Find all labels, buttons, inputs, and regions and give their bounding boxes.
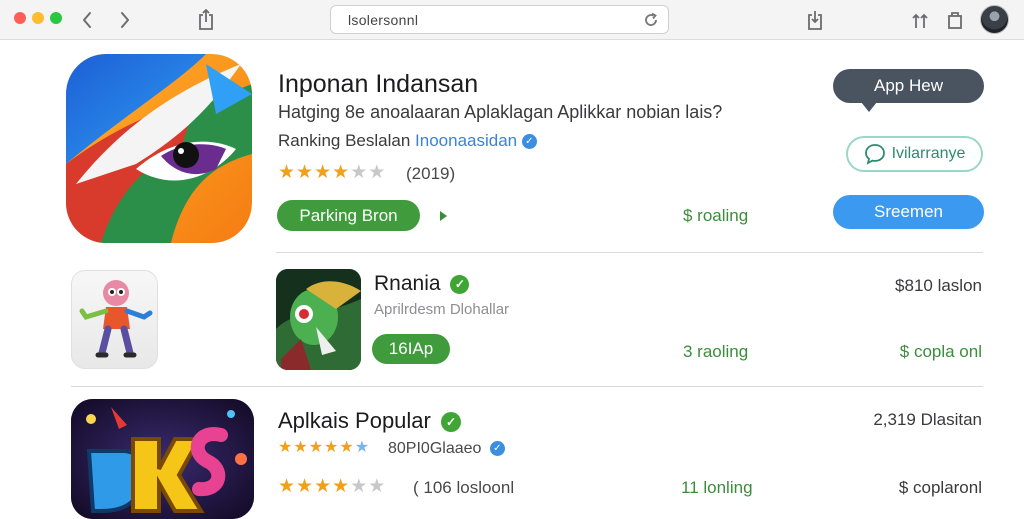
star-icon: ★	[368, 162, 386, 183]
star-icon: ★	[332, 162, 350, 183]
close-window-button[interactable]	[14, 12, 26, 24]
popular-rating-a-text: 80PI0Glaaeo ✓	[388, 440, 505, 458]
back-button[interactable]	[73, 6, 101, 34]
rnania-title-text: Rnania	[374, 272, 441, 295]
star-icon: ★	[296, 476, 314, 497]
url-text: lsolersonnl	[348, 12, 419, 28]
popular-downloads: 2,319 Dlasitan	[873, 410, 982, 429]
popular-app-icon[interactable]	[71, 399, 254, 519]
featured-app-title: Inponan Indansan	[278, 70, 479, 98]
popular-ranking: 11 lonling	[681, 478, 753, 497]
outline-button-label: Ivilarranye	[891, 145, 966, 162]
star-icon: ★	[350, 476, 368, 497]
verified-badge-icon: ✓	[441, 412, 461, 433]
user-avatar[interactable]	[980, 5, 1009, 34]
share-sheet-button[interactable]	[906, 6, 934, 34]
featured-rating-count: (2019)	[406, 164, 456, 183]
downloads-button[interactable]	[801, 6, 829, 34]
popular-rating-a-label: 80PI0Glaaeo	[388, 440, 482, 457]
forward-button[interactable]	[111, 6, 139, 34]
featured-price: $ roaling	[683, 206, 749, 225]
rnania-app-icon[interactable]	[276, 269, 361, 370]
address-bar[interactable]: lsolersonnl	[330, 5, 669, 34]
featured-ranking: Ranking Beslalan Inoonaasidan ✓	[278, 131, 537, 151]
star-icon: ★	[278, 476, 296, 497]
star-icon: ★	[350, 162, 368, 183]
row-divider	[276, 252, 983, 253]
download-icon	[808, 11, 822, 30]
rnania-price: $810 laslon	[895, 276, 982, 295]
star-icon: ★	[339, 439, 354, 456]
star-icon: ★	[278, 162, 296, 183]
popular-rating-stars-a: ★ ★ ★ ★ ★ ★	[278, 440, 369, 456]
star-icon: ★	[293, 439, 308, 456]
character-app-icon[interactable]	[71, 270, 158, 369]
zoom-window-button[interactable]	[50, 12, 62, 24]
featured-app-subtitle: Hatging 8e anoalaaran Aplaklagan Aplikka…	[278, 102, 723, 122]
star-icon: ★	[332, 476, 350, 497]
featured-outline-button[interactable]: Ivilarranye	[846, 136, 983, 172]
rnania-button[interactable]: 16IAp	[372, 334, 450, 364]
rnania-ranking: 3 raoling	[683, 342, 749, 361]
featured-primary-button[interactable]: Parking Bron	[277, 200, 420, 231]
popular-title: Aplkais Popular ✓	[278, 408, 461, 434]
rnania-copy: $ copla onl	[899, 342, 982, 361]
browser-toolbar: lsolersonnl	[0, 0, 1024, 40]
link-badge-icon: ✓	[489, 441, 505, 457]
rnania-title: Rnania ✓	[374, 272, 470, 296]
ranking-label: Ranking Beslalan	[278, 131, 411, 150]
verified-badge-icon: ✓	[521, 134, 537, 150]
featured-blue-button[interactable]: Sreemen	[833, 195, 984, 229]
reload-icon[interactable]	[642, 11, 660, 29]
featured-app-icon[interactable]	[66, 54, 252, 243]
star-icon: ★	[308, 439, 324, 456]
popular-rating-b-text: ( 106 losloonl	[413, 478, 515, 497]
popular-rating-stars-b: ★ ★ ★ ★ ★ ★	[278, 477, 385, 496]
rnania-developer: Aprilrdesm Dlohallar	[374, 301, 510, 318]
star-icon: ★	[278, 439, 293, 456]
play-icon[interactable]	[440, 211, 447, 221]
star-icon: ★	[368, 476, 386, 497]
app-new-bubble[interactable]: App Hew	[833, 69, 984, 112]
chevron-right-icon	[121, 12, 129, 28]
chat-bubble-icon	[864, 144, 885, 165]
ranking-link[interactable]: Inoonaasidan	[415, 131, 517, 150]
star-icon: ★	[314, 162, 332, 183]
featured-rating-stars: ★ ★ ★ ★ ★ ★	[278, 163, 385, 182]
verified-badge-icon: ✓	[450, 274, 470, 294]
star-icon: ★	[354, 439, 370, 456]
star-icon: ★	[314, 476, 332, 497]
row-divider	[71, 386, 983, 387]
star-icon: ★	[296, 162, 314, 183]
minimize-window-button[interactable]	[32, 12, 44, 24]
tabs-icon	[948, 12, 962, 29]
share-icon	[199, 9, 213, 30]
star-icon: ★	[324, 439, 339, 456]
tabs-button[interactable]	[941, 6, 969, 34]
popular-copy: $ coplaronl	[898, 478, 982, 497]
share-button[interactable]	[192, 6, 220, 34]
popular-title-text: Aplkais Popular	[278, 408, 431, 433]
chevron-left-icon	[83, 12, 91, 28]
share-arrows-icon	[912, 13, 928, 28]
